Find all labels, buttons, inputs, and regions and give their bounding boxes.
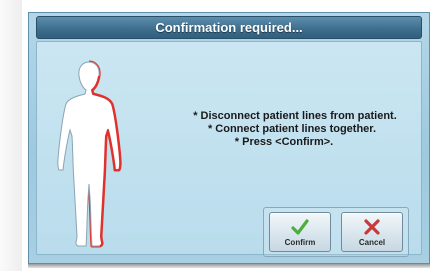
instruction-list: * Disconnect patient lines from patient.… bbox=[137, 110, 427, 149]
instruction-1: * Disconnect patient lines from patient. bbox=[193, 110, 397, 122]
human-body-icon bbox=[57, 60, 122, 248]
confirmation-dialog: Confirmation required... * Disconnect pa… bbox=[28, 12, 430, 264]
confirm-label: Confirm bbox=[284, 238, 316, 247]
checkmark-icon bbox=[291, 219, 309, 235]
dialog-title: Confirmation required... bbox=[155, 20, 303, 35]
dialog-shadow bbox=[28, 264, 430, 268]
instruction-2: * Connect patient lines together. bbox=[207, 123, 377, 135]
dialog-titlebar: Confirmation required... bbox=[36, 16, 422, 39]
page-margin bbox=[0, 0, 22, 271]
cross-icon bbox=[364, 219, 380, 235]
dialog-content: * Disconnect patient lines from patient.… bbox=[36, 41, 422, 257]
cancel-label: Cancel bbox=[358, 238, 386, 247]
confirm-button[interactable]: Confirm bbox=[269, 212, 331, 252]
instruction-3: * Press <Confirm>. bbox=[234, 136, 334, 148]
cancel-button[interactable]: Cancel bbox=[341, 212, 403, 252]
